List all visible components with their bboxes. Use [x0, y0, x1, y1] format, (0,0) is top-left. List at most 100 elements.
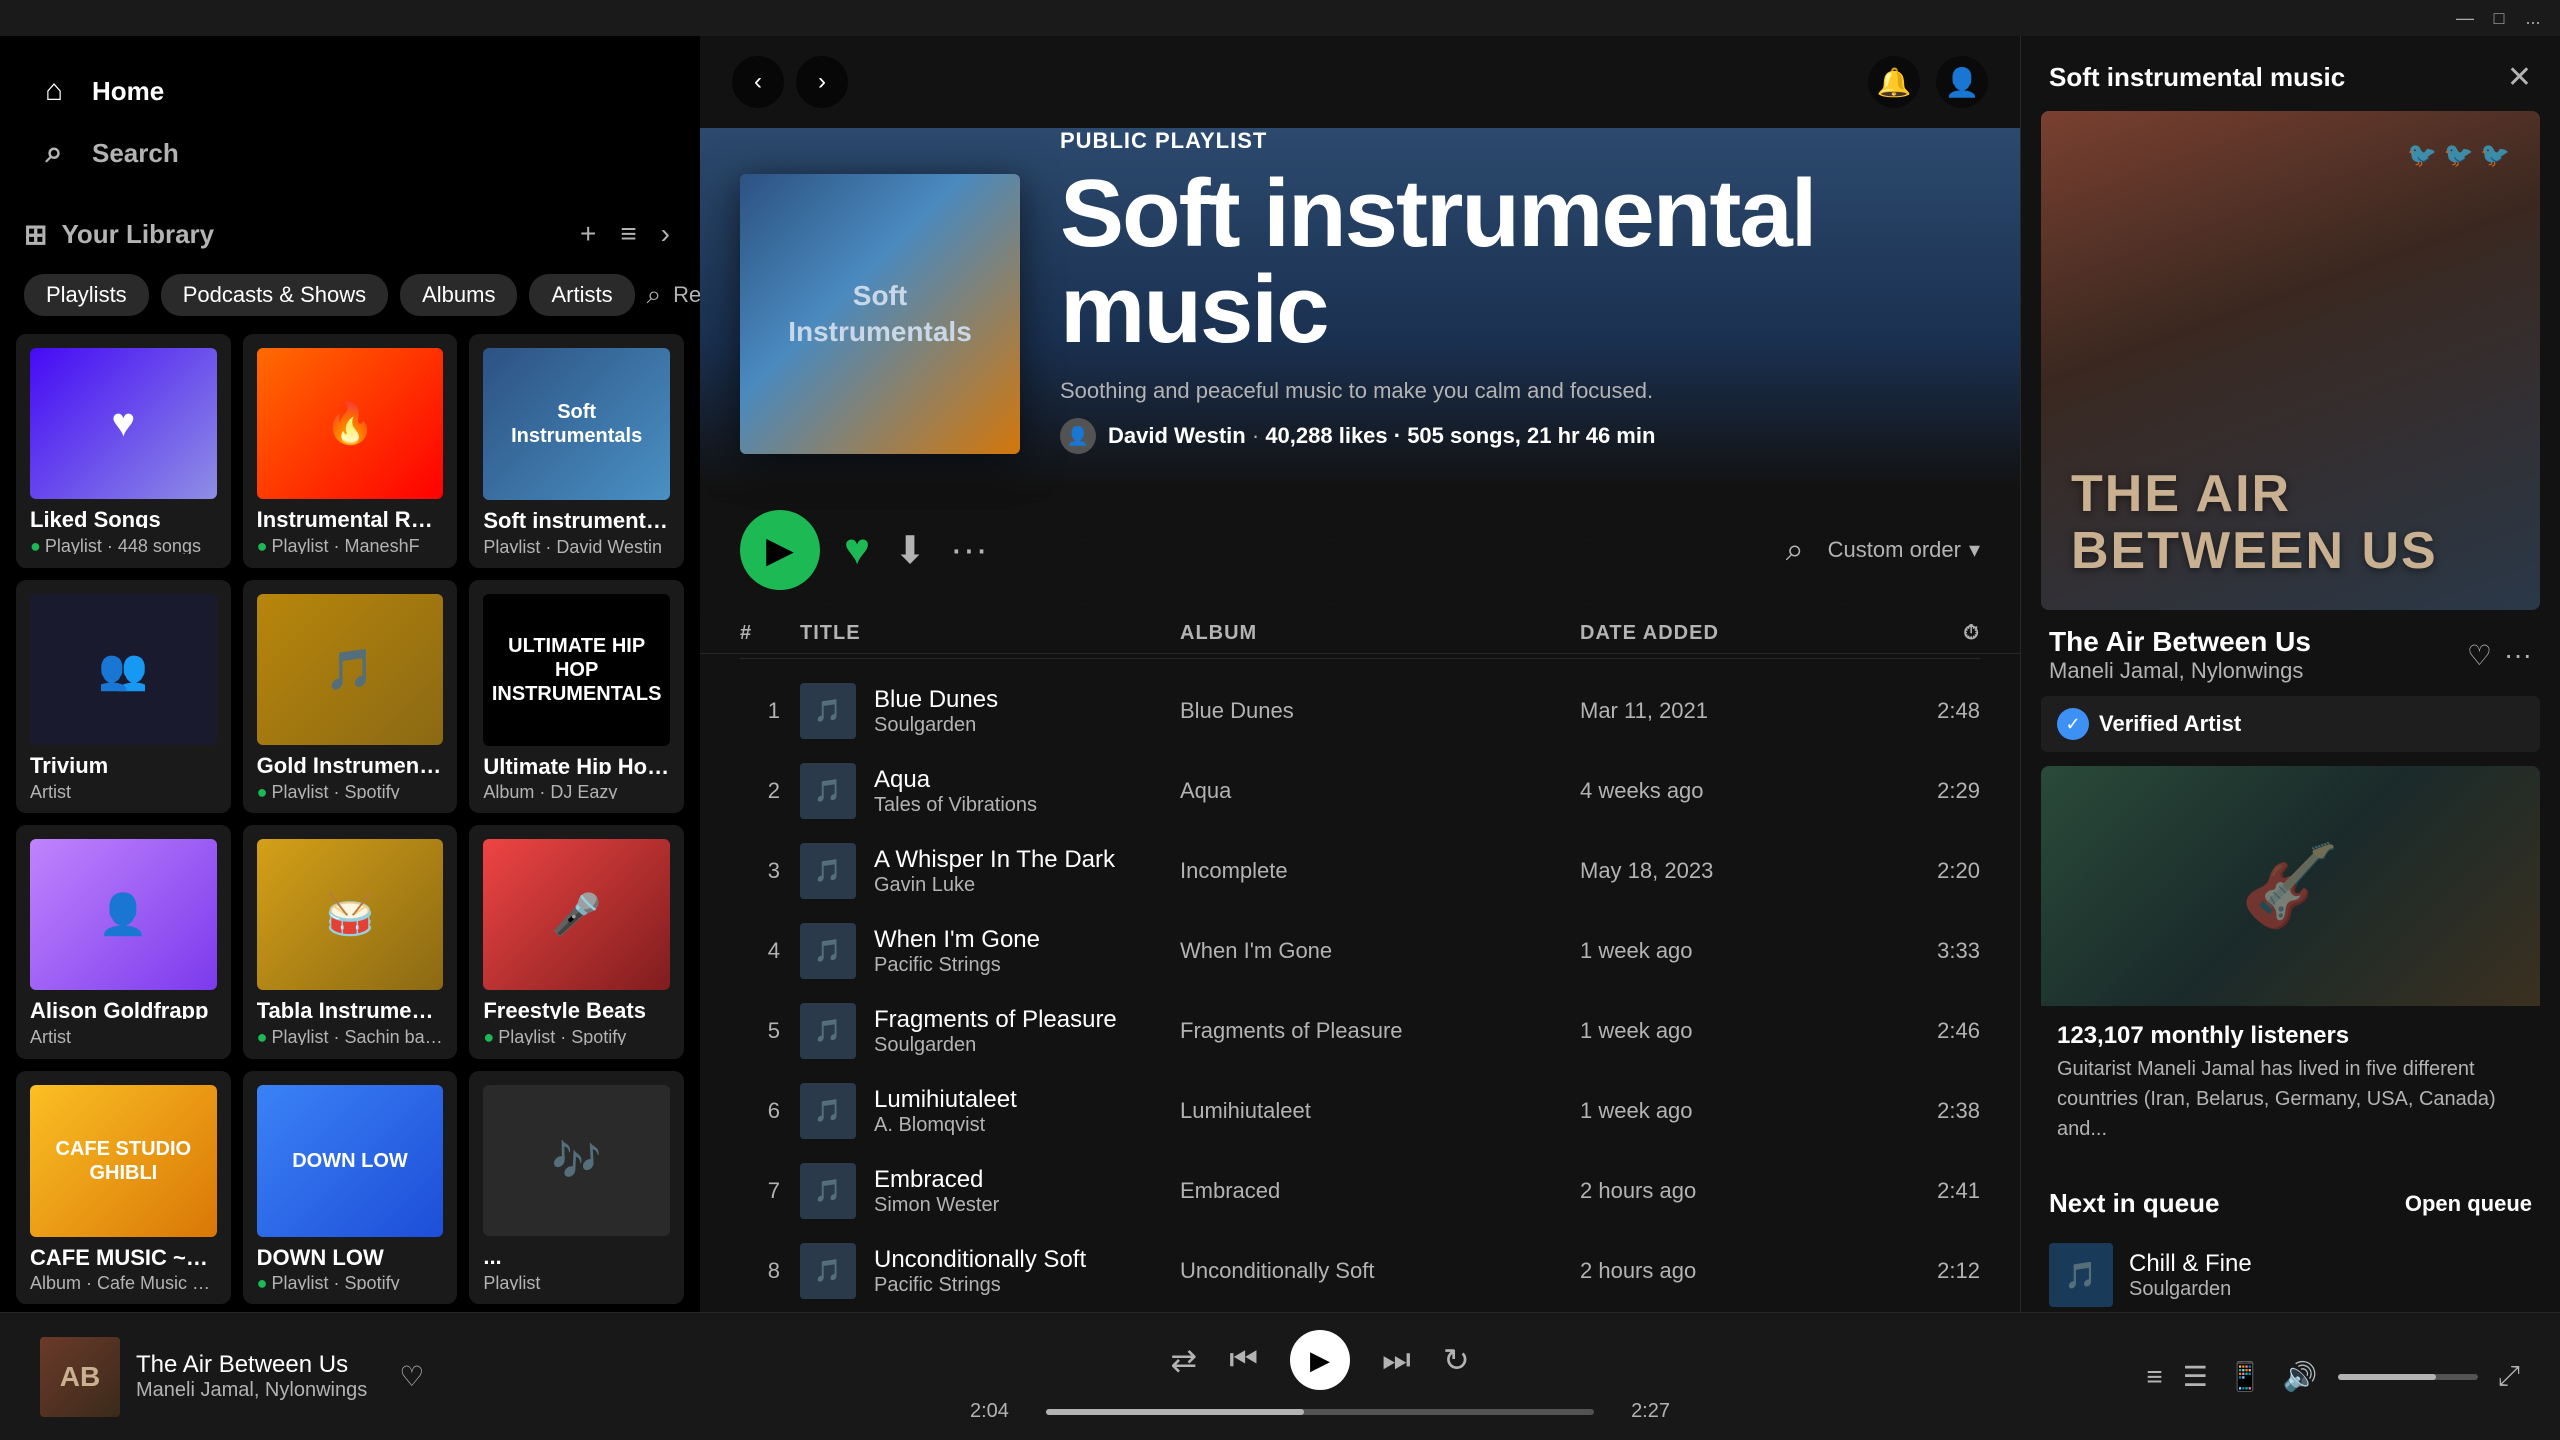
library-card-soft[interactable]: Soft InstrumentalsSoft instrumental mu..…: [469, 334, 684, 568]
track-duration: 2:20: [1880, 858, 1980, 884]
library-card-subtitle-misc: Playlist: [483, 1273, 670, 1290]
table-row[interactable]: 7 🎵 Embraced Simon Wester Embraced 2 hou…: [700, 1151, 2020, 1231]
open-queue-btn[interactable]: Open queue: [2405, 1191, 2532, 1217]
search-tracks-btn[interactable]: ⌕: [1786, 531, 1804, 569]
queue-btn[interactable]: ☰: [2183, 1360, 2208, 1393]
table-row[interactable]: 2 🎵 Aqua Tales of Vibrations Aqua 4 week…: [700, 751, 2020, 831]
track-details: Aqua Tales of Vibrations: [874, 766, 1037, 817]
player-controls: ⇄ ⏮ ▶ ⏭ ↻: [1170, 1330, 1469, 1390]
track-artist[interactable]: Tales of Vibrations: [874, 794, 1037, 817]
playlist-controls: ▶ ♥ ⬇ ··· ⌕ Custom order ▾: [700, 486, 2020, 614]
col-duration: ⏱: [1880, 622, 1980, 645]
library-card-tabla[interactable]: 🥁Tabla Instrumentals●Playlist · Sachin b…: [243, 825, 458, 1059]
back-btn[interactable]: ‹: [732, 56, 784, 108]
table-row[interactable]: 4 🎵 When I'm Gone Pacific Strings When I…: [700, 911, 2020, 991]
track-artist[interactable]: Simon Wester: [874, 1194, 999, 1217]
library-card-alison[interactable]: 👤Alison GoldfrappArtist: [16, 825, 231, 1059]
sidebar-item-search[interactable]: ⌕ Search: [24, 122, 676, 184]
player-right: ≡ ☰ 📱 🔊 ⤢: [2120, 1360, 2520, 1393]
panel-album-art: 🐦 🐦 🐦 THE AIR BETWEEN US: [2041, 111, 2540, 610]
filter-artists[interactable]: Artists: [529, 274, 634, 316]
player-play-btn[interactable]: ▶: [1290, 1330, 1350, 1390]
device-btn[interactable]: 📱: [2228, 1360, 2263, 1393]
next-btn[interactable]: ⏭: [1382, 1341, 1411, 1379]
track-artist[interactable]: Gavin Luke: [874, 874, 1115, 897]
track-artist[interactable]: Soulgarden: [874, 1034, 1117, 1057]
filter-search-btn[interactable]: ⌕: [647, 279, 662, 311]
table-row[interactable]: 8 🎵 Unconditionally Soft Pacific Strings…: [700, 1231, 2020, 1311]
custom-order-btn[interactable]: Custom order ▾: [1828, 537, 1980, 563]
now-playing-like-btn[interactable]: ♡: [399, 1360, 424, 1393]
main-content: ‹ › 🔔 👤 Soft Instrumentals Public Play: [700, 36, 2020, 1312]
library-label: Your Library: [61, 219, 214, 250]
add-library-btn[interactable]: +: [574, 212, 602, 256]
track-album: Blue Dunes: [1180, 698, 1580, 724]
progress-current: 2:04: [970, 1400, 1030, 1423]
panel-more-btn[interactable]: ···: [2504, 639, 2532, 671]
now-playing-info: The Air Between Us Maneli Jamal, Nylonwi…: [136, 1351, 367, 1402]
track-num: 5: [740, 1018, 800, 1044]
track-artist[interactable]: A. Blomqvist: [874, 1114, 1017, 1137]
fullscreen-btn[interactable]: ⤢: [2498, 1360, 2520, 1393]
forward-btn[interactable]: ›: [796, 56, 848, 108]
library-card-thumb-ghibli: CAFE STUDIO GHIBLI: [30, 1085, 217, 1237]
more-btn[interactable]: ...: [2522, 7, 2544, 29]
shuffle-btn[interactable]: ⇄: [1170, 1341, 1197, 1379]
panel-close-btn[interactable]: ✕: [2507, 60, 2532, 95]
track-artist[interactable]: Pacific Strings: [874, 954, 1040, 977]
library-card-trivium[interactable]: 👥TriviumArtist: [16, 580, 231, 814]
track-artist[interactable]: Soulgarden: [874, 714, 998, 737]
track-thumb: 🎵: [800, 843, 856, 899]
sidebar-item-home[interactable]: ⌂ Home: [24, 60, 676, 122]
track-duration: 2:41: [1880, 1178, 1980, 1204]
library-card-rap[interactable]: 🔥Instrumental Rap Son...●Playlist · Mane…: [243, 334, 458, 568]
library-card-hiphop[interactable]: ULTIMATE HIP HOP INSTRUMENTALSUltimate H…: [469, 580, 684, 814]
queue-track-item[interactable]: 🎵 Chill & Fine Soulgarden: [2041, 1231, 2540, 1312]
content-scroll[interactable]: Soft Instrumentals Public Playlist Soft …: [700, 128, 2020, 1312]
progress-bar[interactable]: [1046, 1409, 1594, 1415]
library-card-downlow[interactable]: DOWN LOWDOWN LOW●Playlist · Spotify: [243, 1071, 458, 1305]
library-card-subtitle-ghibli: Album · Cafe Music BG...: [30, 1273, 217, 1290]
lyrics-btn[interactable]: ≡: [2146, 1361, 2162, 1393]
queue-track-thumb: 🎵: [2049, 1243, 2113, 1307]
prev-btn[interactable]: ⏮: [1229, 1341, 1258, 1379]
library-card-subtitle-freestyle: ●Playlist · Spotify: [483, 1027, 670, 1044]
table-row[interactable]: 1 🎵 Blue Dunes Soulgarden Blue Dunes Mar…: [700, 671, 2020, 751]
sidebar-home-label: Home: [92, 76, 164, 107]
profile-btn[interactable]: 👤: [1936, 56, 1988, 108]
library-card-ghibli[interactable]: CAFE STUDIO GHIBLICAFE MUSIC ~STUD...Alb…: [16, 1071, 231, 1305]
more-options-btn[interactable]: ···: [950, 529, 988, 572]
collapse-library-btn[interactable]: ›: [655, 212, 676, 256]
like-playlist-btn[interactable]: ♥: [844, 525, 870, 575]
list-view-btn[interactable]: ≡: [614, 212, 642, 256]
library-card-gold[interactable]: 🎵Gold Instrumental Be...●Playlist · Spot…: [243, 580, 458, 814]
library-title[interactable]: ⊞ Your Library: [24, 218, 214, 251]
track-name: Blue Dunes: [874, 686, 998, 714]
table-row[interactable]: 3 🎵 A Whisper In The Dark Gavin Luke Inc…: [700, 831, 2020, 911]
track-info: 🎵 Lumihiutaleet A. Blomqvist: [800, 1083, 1180, 1139]
library-card-freestyle[interactable]: 🎤Freestyle Beats●Playlist · Spotify: [469, 825, 684, 1059]
filter-albums[interactable]: Albums: [400, 274, 517, 316]
track-list-header: # Title Album Date added ⏱: [700, 614, 2020, 654]
table-row[interactable]: 5 🎵 Fragments of Pleasure Soulgarden Fra…: [700, 991, 2020, 1071]
track-artist[interactable]: Pacific Strings: [874, 1274, 1086, 1297]
download-playlist-btn[interactable]: ⬇: [894, 528, 926, 573]
notifications-btn[interactable]: 🔔: [1868, 56, 1920, 108]
library-card-subtitle-liked: ●Playlist · 448 songs: [30, 536, 217, 553]
repeat-btn[interactable]: ↻: [1443, 1341, 1470, 1379]
filter-playlists[interactable]: Playlists: [24, 274, 149, 316]
panel-like-btn[interactable]: ♡: [2467, 639, 2492, 672]
volume-bar[interactable]: [2338, 1374, 2478, 1380]
maximize-btn[interactable]: □: [2488, 7, 2510, 29]
recents-btn[interactable]: Recents ▾: [673, 282, 700, 308]
volume-icon[interactable]: 🔊: [2283, 1360, 2318, 1393]
filter-podcasts[interactable]: Podcasts & Shows: [161, 274, 388, 316]
library-card-liked[interactable]: ♥Liked Songs●Playlist · 448 songs: [16, 334, 231, 568]
table-row[interactable]: 6 🎵 Lumihiutaleet A. Blomqvist Lumihiuta…: [700, 1071, 2020, 1151]
play-playlist-btn[interactable]: ▶: [740, 510, 820, 590]
library-card-misc[interactable]: 🎶...Playlist: [469, 1071, 684, 1305]
col-album: Album: [1180, 622, 1580, 645]
panel-content[interactable]: 🐦 🐦 🐦 THE AIR BETWEEN US The Air Between…: [2021, 111, 2560, 1312]
minimize-btn[interactable]: —: [2454, 7, 2476, 29]
queue-track-info: Chill & Fine Soulgarden: [2129, 1250, 2252, 1301]
